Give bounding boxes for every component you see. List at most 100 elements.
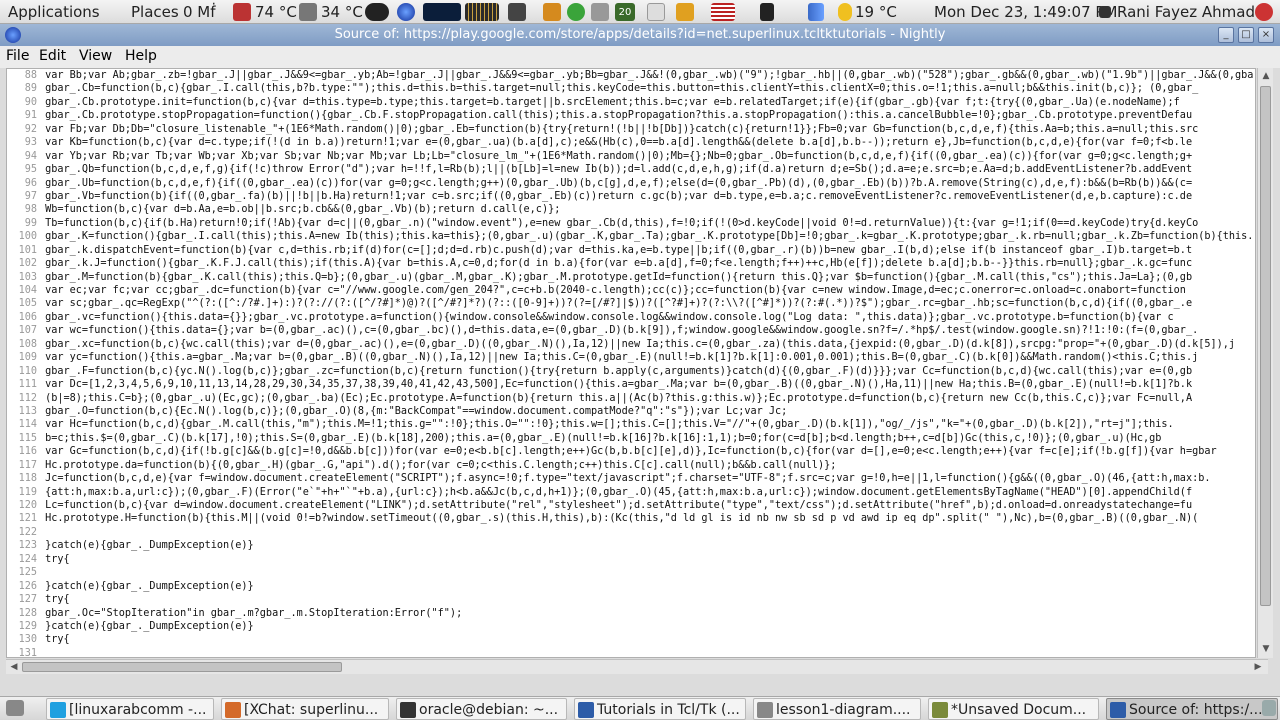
code-line: 103 gbar_.M=function(b){gbar_.K.call(thi… — [7, 271, 1255, 284]
taskbar-item[interactable]: oracle@debian: ~... — [396, 698, 567, 720]
scroll-up-icon[interactable]: ▲ — [1260, 69, 1272, 83]
code-line: 123 }catch(e){gbar_._DumpException(e)} — [7, 539, 1255, 552]
globe-icon[interactable] — [397, 3, 415, 21]
image-icon — [757, 702, 773, 718]
code-line: 108 gbar_.xc=function(b,c){wc.call(this)… — [7, 338, 1255, 351]
maximize-button[interactable]: □ — [1238, 27, 1254, 43]
code-text: b=c;this.$=(0,gbar_.C)(b.k[17],!0);this.… — [39, 432, 1162, 444]
line-number: 130 — [18, 634, 37, 646]
code-text: gbar_.Qb=function(b,c,d,e,f,g){if(!c)thr… — [39, 164, 1193, 176]
code-line: 128 gbar_.Oc="StopIteration"in gbar_.m?g… — [7, 607, 1255, 620]
taskbar: [linuxarabcomm -... [XChat: superlinu... o… — [0, 696, 1280, 720]
code-line: 111 var Dc=[1,2,3,4,5,6,9,10,11,13,14,28… — [7, 378, 1255, 391]
line-number: 127 — [18, 594, 37, 606]
line-number: 116 — [18, 446, 37, 458]
display-icon[interactable] — [508, 3, 526, 21]
code-line: 92 var Fb;var Db;Db="closure_listenable_… — [7, 123, 1255, 136]
top-panel: Applications Places 0 Mḟ 74 °C 34 °C 20 … — [0, 0, 1280, 24]
weather-icon — [838, 3, 852, 21]
code-text: Hc.prototype.H=function(b){this.M||(void… — [39, 513, 1199, 525]
line-number: 121 — [18, 513, 37, 525]
code-text: gbar_.Oc="StopIteration"in gbar_.m?gbar_… — [39, 607, 463, 619]
code-text: var ec;var fc;var cc;gbar_.dc=function(b… — [39, 285, 1186, 296]
line-number: 95 — [24, 164, 37, 176]
code-text: gbar_.Cb=function(b,c){gbar_.I.call(this… — [39, 83, 1199, 95]
taskbar-item-label: lesson1-diagram.... — [776, 702, 911, 718]
glasses-icon[interactable] — [365, 3, 389, 21]
line-number: 110 — [18, 365, 37, 377]
system-monitor-net-icon[interactable] — [465, 3, 499, 21]
horizontal-scroll-thumb[interactable] — [22, 662, 342, 672]
taskbar-item-label: *Unsaved Docum... — [951, 702, 1087, 718]
vertical-scroll-thumb[interactable] — [1260, 86, 1271, 606]
scroll-down-icon[interactable]: ▼ — [1260, 642, 1272, 656]
editor-icon — [932, 702, 948, 718]
network-signal-icon[interactable] — [808, 3, 824, 21]
taskbar-item[interactable]: *Unsaved Docum... — [928, 698, 1099, 720]
taskbar-item[interactable]: [linuxarabcomm -... — [46, 698, 214, 720]
us-flag-icon[interactable] — [711, 3, 735, 21]
taskbar-item[interactable]: [XChat: superlinu... — [221, 698, 389, 720]
taskbar-item-label: [XChat: superlinu... — [244, 702, 379, 718]
line-number: 122 — [18, 526, 37, 538]
code-text: gbar_.k.J=function(){gbar_.K.F.J.call(th… — [39, 258, 1193, 270]
horizontal-scrollbar[interactable]: ◀ ▶ — [6, 659, 1268, 674]
weather-temp[interactable]: 19 °C — [855, 0, 897, 24]
power-icon[interactable] — [1255, 3, 1273, 21]
window-titlebar[interactable]: Source of: https://play.google.com/store… — [0, 24, 1280, 46]
code-text: gbar_.Cb.prototype.stopPropagation=funct… — [39, 110, 1193, 122]
line-number: 97 — [24, 190, 37, 202]
minimize-button[interactable]: _ — [1218, 27, 1234, 43]
code-text: var yc=function(){this.a=gbar_.Ma;var b=… — [39, 352, 1199, 364]
code-line: 99 Tb=function(b,c){if(b.Ha)return!0;if(… — [7, 217, 1255, 230]
taskbar-item[interactable]: lesson1-diagram.... — [753, 698, 921, 720]
scroll-right-icon[interactable]: ▶ — [1252, 660, 1264, 674]
code-line: 100 gbar_.K=function(){gbar_.I.call(this… — [7, 230, 1255, 243]
menu-help[interactable]: Help — [125, 48, 157, 64]
code-line: 94 var Yb;var Rb;var Tb;var Wb;var Xb;va… — [7, 150, 1255, 163]
taskbar-item[interactable]: Tutorials in Tcl/Tk (... — [574, 698, 746, 720]
clipboard-icon[interactable] — [647, 3, 665, 21]
window-title: Source of: https://play.google.com/store… — [334, 27, 946, 42]
line-number: 108 — [18, 338, 37, 350]
code-text: gbar_.O=function(b,c){Ec.N().log(b,c)};(… — [39, 405, 788, 417]
menu-view[interactable]: View — [79, 48, 112, 64]
firefox-icon — [578, 702, 594, 718]
clock[interactable]: Mon Dec 23, 1:49:07 PM — [934, 0, 1117, 24]
line-number: 102 — [18, 258, 37, 270]
nightly-icon[interactable] — [5, 27, 21, 43]
scroll-left-icon[interactable]: ◀ — [8, 660, 20, 674]
taskbar-item-label: Tutorials in Tcl/Tk (... — [597, 702, 740, 718]
tools-icon[interactable] — [543, 3, 561, 21]
menu-file[interactable]: File — [6, 48, 29, 64]
applications-menu[interactable]: Applications — [8, 0, 100, 24]
line-number: 131 — [18, 647, 37, 658]
updates-icon[interactable] — [676, 3, 694, 21]
bluetooth-icon[interactable] — [760, 3, 774, 21]
drive-temp-icon — [299, 3, 317, 21]
user-name[interactable]: Rani Fayez Ahmad — [1117, 0, 1255, 24]
code-line: 107 var wc=function(){this.data={};var b… — [7, 324, 1255, 337]
taskbar-item-label: [linuxarabcomm -... — [69, 702, 207, 718]
places-menu[interactable]: Places — [131, 0, 179, 24]
code-text: var wc=function(){this.data={};var b=(0,… — [39, 325, 1199, 337]
drive-temp: 34 °C — [321, 3, 363, 21]
code-line: 119 {att:h,max:b.a,url:c});(0,gbar_.F)(E… — [7, 486, 1255, 499]
taskbar-item[interactable]: Source of: https:/... — [1106, 698, 1278, 720]
calendar-icon[interactable]: 20 — [615, 3, 635, 21]
trash-icon[interactable] — [1262, 700, 1276, 716]
show-desktop-icon[interactable] — [6, 700, 24, 716]
line-number: 126 — [18, 580, 37, 592]
check-icon[interactable] — [567, 3, 585, 21]
code-text: }catch(e){gbar_._DumpException(e)} — [39, 620, 254, 632]
line-number: 128 — [18, 607, 37, 619]
menu-edit[interactable]: Edit — [39, 48, 66, 64]
vertical-scrollbar[interactable]: ▲ ▼ — [1257, 68, 1273, 658]
volume-icon[interactable] — [591, 3, 609, 21]
close-button[interactable]: × — [1258, 27, 1274, 43]
line-number: 104 — [18, 285, 37, 296]
system-monitor-cpu-icon[interactable] — [423, 3, 461, 21]
line-number: 93 — [24, 137, 37, 149]
source-view[interactable]: 88 var Bb;var Ab;gbar_.zb=!gbar_.J||gbar… — [6, 68, 1256, 658]
